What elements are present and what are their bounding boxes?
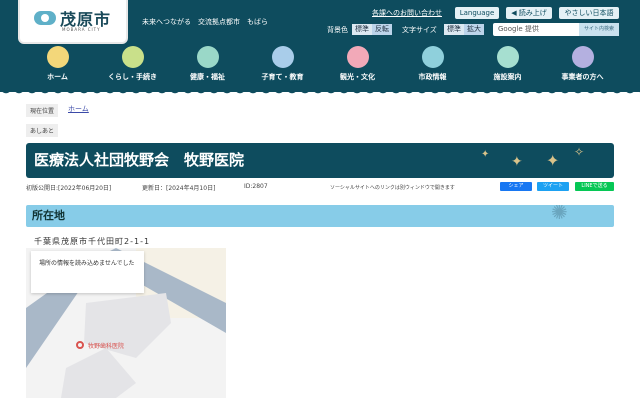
sns-note: ソーシャルサイトへのリンクは別ウィンドウで開きます (330, 185, 455, 191)
global-nav: ホーム くらし・手続き 健康・福祉 子育て・教育 観光・文化 市政情報 施設案内… (20, 46, 620, 82)
nav-childcare[interactable]: 子育て・教育 (245, 46, 320, 82)
search-button[interactable]: サイト内検索 (579, 23, 619, 36)
font-large-button[interactable]: 拡大 (464, 24, 484, 35)
read-aloud-label: 読み上げ (518, 9, 547, 17)
building-icon (496, 46, 519, 68)
updated-date: 更新日：[2024年4月10日] (142, 185, 216, 192)
bg-invert-button[interactable]: 反転 (372, 24, 392, 35)
bg-color-toggle: 標準 反転 (352, 24, 392, 35)
page-id: ID:2807 (244, 183, 268, 190)
city-emblem-icon (421, 46, 444, 68)
home-icon (46, 46, 69, 68)
language-button[interactable]: Language (455, 7, 499, 19)
map-error-popup: 場所の情報を読み込めませんでした (31, 251, 144, 293)
font-standard-button[interactable]: 標準 (444, 24, 464, 35)
nav-label: ホーム (47, 73, 68, 81)
page-title: 医療法人社団牧野会 牧野医院 ✦ ✦ ✦ ✧ (26, 143, 614, 178)
site-search: Google 提供 サイト内検索 (493, 23, 619, 36)
nav-health[interactable]: 健康・福祉 (170, 46, 245, 82)
nav-facilities[interactable]: 施設案内 (470, 46, 545, 82)
address: 千葉県茂原市千代田町2-1-1 (34, 237, 151, 246)
logo-subtitle: MOBARA CITY (62, 27, 101, 32)
line-share-button[interactable]: LINEで送る (575, 182, 614, 191)
read-aloud-button[interactable]: ◀ 読み上げ (506, 7, 552, 19)
nav-label: 市政情報 (418, 73, 447, 81)
nav-business[interactable]: 事業者の方へ (545, 46, 620, 82)
nav-label: 観光・文化 (340, 73, 375, 81)
tagline: 未来へつながる 交流拠点都市 もばら (142, 18, 268, 26)
health-icon (196, 46, 219, 68)
easy-japanese-button[interactable]: やさしい日本語 (559, 7, 619, 19)
nav-label: 施設案内 (493, 73, 522, 81)
font-size-label: 文字サイズ (402, 26, 437, 34)
sparkle-icon: ✦ (481, 149, 490, 160)
sparkle-icon: ✦ (546, 151, 560, 170)
font-size-toggle: 標準 拡大 (444, 24, 484, 35)
published-date: 初版公開日:[2022年06月20日] (26, 185, 112, 192)
office-icon (571, 46, 594, 68)
nav-label: くらし・手続き (108, 73, 157, 81)
nav-living[interactable]: くらし・手続き (95, 46, 170, 82)
search-input[interactable]: Google 提供 (498, 25, 539, 33)
nav-label: 事業者の方へ (561, 73, 604, 81)
nav-label: 子育て・教育 (261, 73, 304, 81)
speaker-icon: ◀ (511, 9, 519, 17)
sun-decoration-icon: ✺ (551, 205, 568, 224)
nav-city-info[interactable]: 市政情報 (395, 46, 470, 82)
nav-home[interactable]: ホーム (20, 46, 95, 82)
city-emblem-icon (34, 11, 56, 25)
breadcrumb-home-link[interactable]: ホーム (68, 104, 89, 114)
nav-label: 健康・福祉 (190, 73, 225, 81)
twitter-share-button[interactable]: ツイート (537, 182, 569, 191)
header-scallop-divider (0, 88, 640, 96)
flower-icon (346, 46, 369, 68)
contact-link[interactable]: 各課へのお問い合わせ (372, 8, 442, 18)
pencil-icon (271, 46, 294, 68)
section-heading-text: 所在地 (32, 209, 65, 222)
facebook-share-button[interactable]: シェア (500, 182, 532, 191)
bg-color-label: 背景色 (327, 26, 348, 34)
bg-standard-button[interactable]: 標準 (352, 24, 372, 35)
sparkle-icon: ✧ (574, 145, 585, 159)
breadcrumb-label: 現在位置 (26, 104, 59, 117)
site-logo[interactable]: 茂原市 MOBARA CITY (20, 0, 126, 42)
site-header: 茂原市 MOBARA CITY 未来へつながる 交流拠点都市 もばら 各課へのお… (0, 0, 640, 92)
section-heading: 所在地 ✺ (26, 205, 614, 227)
map[interactable]: 場所の情報を読み込めませんでした 牧野歯科医院 (26, 248, 226, 398)
footprint-label: あしあと (26, 124, 59, 137)
living-icon (121, 46, 144, 68)
map-pin-label: 牧野歯科医院 (88, 343, 125, 350)
sparkle-icon: ✦ (511, 154, 523, 170)
map-pin-icon[interactable] (76, 341, 84, 349)
page-title-text: 医療法人社団牧野会 牧野医院 (34, 151, 245, 169)
nav-tourism[interactable]: 観光・文化 (320, 46, 395, 82)
